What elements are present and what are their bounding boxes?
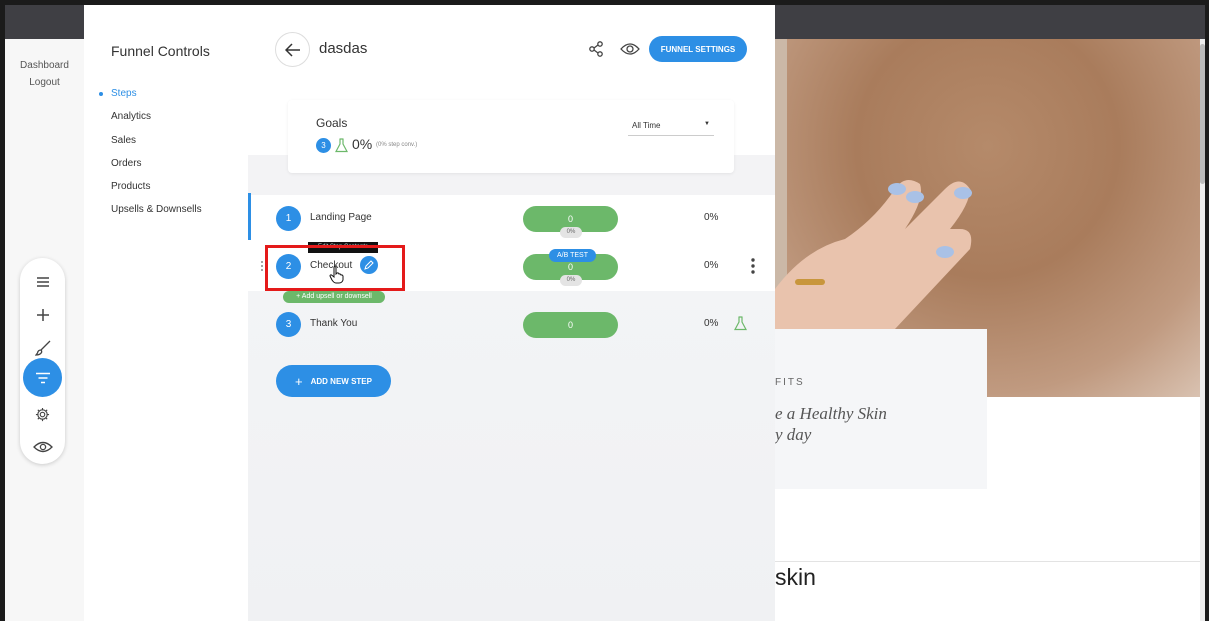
add-new-step-button[interactable]: + ADD NEW STEP [276,365,391,397]
funnel-settings-button[interactable]: FUNNEL SETTINGS [649,36,747,62]
step-stat-badge: 0% [560,275,582,286]
step-rate: 0% [704,212,719,223]
step-row[interactable]: 3 Thank You 0 0% [248,305,775,345]
controls-menu: Steps Analytics Sales Orders Products Up… [99,87,202,227]
ab-test-button[interactable]: A/B TEST [549,249,596,262]
more-options-icon[interactable] [751,258,755,274]
menu-item-sales[interactable]: Sales [111,134,202,157]
benefits-eyebrow: FITS [775,377,805,388]
plus-icon: + [295,373,303,389]
step-name[interactable]: Landing Page [310,212,372,223]
step-rate: 0% [704,318,719,329]
arrow-left-icon [284,42,300,57]
time-range-select[interactable]: All Time ▼ [628,116,714,136]
goals-label: Goals [316,116,348,130]
gear-icon[interactable] [20,399,65,429]
menu-icon[interactable] [20,267,65,297]
preview-eye-icon[interactable] [620,40,640,58]
funnel-filter-icon[interactable] [23,358,62,397]
menu-item-steps[interactable]: Steps [99,87,202,110]
preview-scrollbar[interactable] [1200,39,1205,621]
goals-card: Goals 3 0% (0% step conv.) All Time ▼ [288,100,734,173]
panel-title: Funnel Controls [111,43,210,59]
eye-icon[interactable] [20,432,65,462]
goals-count-badge: 3 [316,138,331,153]
step-rate: 0% [704,260,719,271]
step-name[interactable]: Thank You [310,318,357,329]
plus-icon[interactable] [20,300,65,330]
steps-main: dasdas FUNNEL SETTINGS Goals 3 0% (0% st… [248,5,775,621]
goals-step-conv: (0% step conv.) [376,142,418,148]
back-button[interactable] [275,32,310,67]
step-number[interactable]: 3 [276,312,301,337]
section-heading: skin [775,564,816,590]
hand-cursor-icon [329,266,344,284]
step-stat-pill: 0 [523,312,618,338]
drag-handle-icon[interactable] [260,260,264,272]
editor-toolbar [20,258,65,464]
funnel-controls-panel: Funnel Controls Steps Analytics Sales Or… [84,5,248,621]
flask-icon[interactable] [734,316,747,331]
menu-item-upsells[interactable]: Upsells & Downsells [111,203,202,226]
app-frame: Dashboard Logout FITS e a Healthy Skin y… [5,5,1205,621]
step-number[interactable]: 1 [276,206,301,231]
step-row[interactable]: 1 Landing Page 0 0% 0% [248,199,775,239]
share-icon[interactable] [586,40,606,58]
add-upsell-button[interactable]: + Add upsell or downsell [283,291,385,303]
hand-illustration [775,180,972,359]
menu-item-orders[interactable]: Orders [111,157,202,180]
funnel-title: dasdas [319,40,368,57]
goals-percent: 0% [352,136,373,152]
menu-item-products[interactable]: Products [111,180,202,203]
benefits-card: FITS e a Healthy Skin y day [775,329,987,489]
caret-down-icon: ▼ [704,121,710,127]
flask-icon [335,138,348,153]
page-preview: FITS e a Healthy Skin y day skin [775,39,1205,621]
benefits-headline: e a Healthy Skin y day [775,404,887,444]
dashboard-link[interactable]: Dashboard [5,57,84,74]
divider [775,561,1200,562]
logout-link[interactable]: Logout [5,74,84,91]
menu-item-analytics[interactable]: Analytics [111,110,202,133]
step-stat-badge: 0% [560,227,582,238]
